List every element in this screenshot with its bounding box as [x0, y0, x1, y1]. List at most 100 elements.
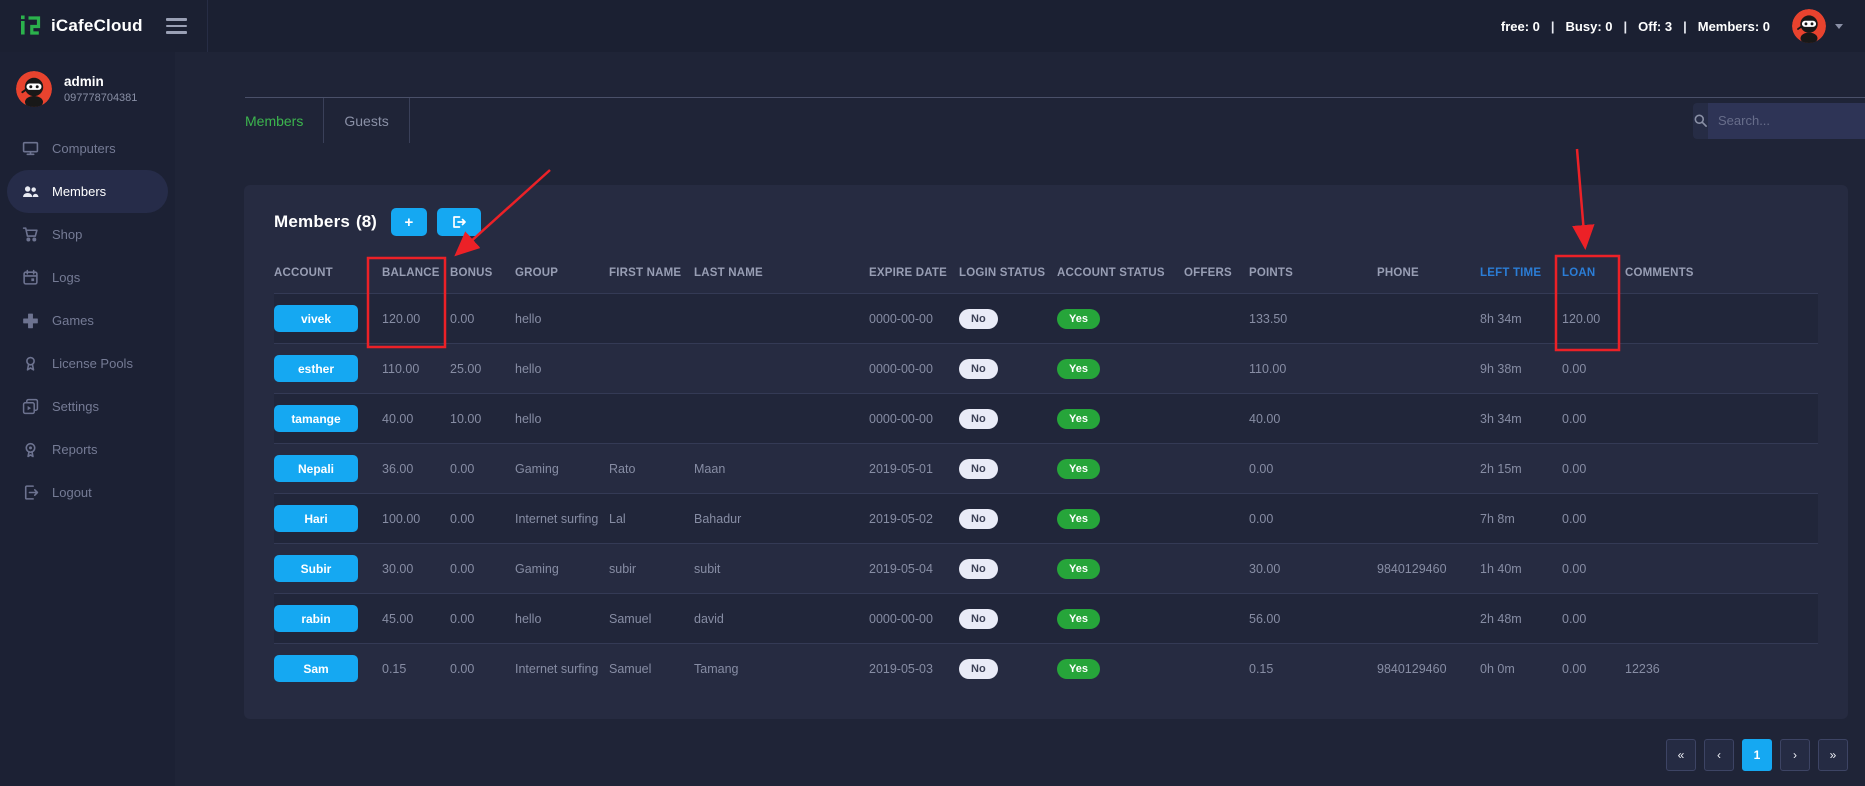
pagination-prev-button[interactable]: ‹: [1704, 739, 1734, 771]
sidebar-item-reports[interactable]: Reports: [0, 428, 175, 471]
cell-balance: 30.00: [382, 562, 450, 576]
user-avatar[interactable]: [1792, 9, 1826, 43]
export-icon: [451, 214, 467, 230]
cell-group: Gaming: [515, 462, 609, 476]
pagination-next-button[interactable]: ›: [1780, 739, 1810, 771]
member-account-button[interactable]: Sam: [274, 655, 358, 682]
member-account-button[interactable]: Hari: [274, 505, 358, 532]
column-header-left-time[interactable]: LEFT TIME: [1480, 267, 1562, 279]
login-status-badge: No: [959, 409, 998, 429]
logo-icon: [18, 13, 44, 39]
login-status-badge: No: [959, 459, 998, 479]
ninja-avatar-icon: [16, 71, 52, 107]
cell-phone: 9840129460: [1377, 562, 1480, 576]
search-input[interactable]: [1708, 103, 1865, 139]
cell-group: hello: [515, 312, 609, 326]
member-account-button[interactable]: rabin: [274, 605, 358, 632]
brand-name: iCafeCloud: [51, 16, 143, 36]
search-button[interactable]: [1693, 103, 1708, 139]
menu-icon[interactable]: [166, 18, 187, 34]
cell-left-time: 7h 8m: [1480, 512, 1562, 526]
tab-guests[interactable]: Guests: [324, 98, 409, 143]
profile-phone: 097778704381: [64, 92, 137, 104]
column-header-group[interactable]: GROUP: [515, 267, 609, 279]
stat-members: Members: 0: [1698, 19, 1770, 34]
column-header-account[interactable]: ACCOUNT: [274, 267, 382, 279]
sidebar-item-settings[interactable]: Settings: [0, 385, 175, 428]
cell-last-name: Maan: [694, 462, 869, 476]
column-header-offers[interactable]: OFFERS: [1184, 267, 1249, 279]
column-header-first-name[interactable]: FIRST NAME: [609, 267, 694, 279]
stat-free: free: 0: [1501, 19, 1540, 34]
member-account-button[interactable]: Nepali: [274, 455, 358, 482]
sidebar-item-label: Reports: [52, 442, 98, 457]
pagination-page-1-button[interactable]: 1: [1742, 739, 1772, 771]
column-header-balance[interactable]: BALANCE: [382, 267, 450, 279]
cell-points: 40.00: [1249, 412, 1377, 426]
sidebar-item-label: Logout: [52, 485, 92, 500]
column-header-expire-date[interactable]: EXPIRE DATE: [869, 267, 959, 279]
cell-left-time: 2h 15m: [1480, 462, 1562, 476]
column-header-loan[interactable]: LOAN: [1562, 267, 1625, 279]
column-header-phone[interactable]: PHONE: [1377, 267, 1480, 279]
add-member-button[interactable]: +: [391, 208, 427, 236]
account-status-badge: Yes: [1057, 409, 1100, 429]
member-account-button[interactable]: Subir: [274, 555, 358, 582]
cell-group: hello: [515, 412, 609, 426]
export-button[interactable]: [437, 208, 481, 236]
column-header-bonus[interactable]: BONUS: [450, 267, 515, 279]
sidebar-item-games[interactable]: Games: [0, 299, 175, 342]
sidebar-item-shop[interactable]: Shop: [0, 213, 175, 256]
cell-balance: 0.15: [382, 662, 450, 676]
members-count: (8): [356, 212, 377, 232]
cell-last-name: Bahadur: [694, 512, 869, 526]
column-header-account-status[interactable]: ACCOUNT STATUS: [1057, 267, 1184, 279]
cell-left-time: 2h 48m: [1480, 612, 1562, 626]
cell-left-time: 9h 38m: [1480, 362, 1562, 376]
cell-expire-date: 2019-05-02: [869, 512, 959, 526]
member-account-button[interactable]: esther: [274, 355, 358, 382]
column-header-points[interactable]: POINTS: [1249, 267, 1377, 279]
profile-avatar[interactable]: [16, 71, 52, 107]
cell-loan: 120.00: [1562, 312, 1625, 326]
member-account-button[interactable]: vivek: [274, 305, 358, 332]
sidebar-item-computers[interactable]: Computers: [0, 127, 175, 170]
cell-points: 133.50: [1249, 312, 1377, 326]
sidebar-item-license-pools[interactable]: License Pools: [0, 342, 175, 385]
column-header-comments[interactable]: COMMENTS: [1625, 267, 1818, 279]
table-header-row: ACCOUNT BALANCE BONUS GROUP FIRST NAME L…: [274, 253, 1818, 293]
main-content: Members Guests Members (8) + ACCOUNT BAL…: [175, 52, 1865, 786]
profile-name: admin: [64, 74, 137, 89]
cell-loan: 0.00: [1562, 612, 1625, 626]
column-header-last-name[interactable]: LAST NAME: [694, 267, 869, 279]
cell-loan: 0.00: [1562, 662, 1625, 676]
table-row: Nepali 36.00 0.00 Gaming Rato Maan 2019-…: [274, 443, 1818, 493]
pagination-first-button[interactable]: «: [1666, 739, 1696, 771]
sidebar-item-logs[interactable]: Logs: [0, 256, 175, 299]
cell-bonus: 0.00: [450, 612, 515, 626]
member-account-button[interactable]: tamange: [274, 405, 358, 432]
members-panel: Members (8) + ACCOUNT BALANCE BONUS GROU…: [244, 185, 1848, 719]
cell-first-name: Rato: [609, 462, 694, 476]
user-menu[interactable]: [1792, 9, 1843, 43]
cell-expire-date: 0000-00-00: [869, 412, 959, 426]
cell-left-time: 0h 0m: [1480, 662, 1562, 676]
cell-loan: 0.00: [1562, 512, 1625, 526]
cell-last-name: Tamang: [694, 662, 869, 676]
sidebar-item-label: Shop: [52, 227, 82, 242]
pagination-last-button[interactable]: »: [1818, 739, 1848, 771]
cell-points: 110.00: [1249, 362, 1377, 376]
search-box: [1693, 103, 1865, 139]
account-status-badge: Yes: [1057, 509, 1100, 529]
cell-points: 0.15: [1249, 662, 1377, 676]
cell-expire-date: 2019-05-04: [869, 562, 959, 576]
cell-first-name: Samuel: [609, 662, 694, 676]
cell-left-time: 8h 34m: [1480, 312, 1562, 326]
cell-bonus: 0.00: [450, 662, 515, 676]
sidebar-item-members[interactable]: Members: [7, 170, 168, 213]
cell-expire-date: 2019-05-01: [869, 462, 959, 476]
cell-phone: 9840129460: [1377, 662, 1480, 676]
column-header-login-status[interactable]: LOGIN STATUS: [959, 267, 1057, 279]
tab-members[interactable]: Members: [245, 98, 324, 143]
sidebar-item-logout[interactable]: Logout: [0, 471, 175, 514]
